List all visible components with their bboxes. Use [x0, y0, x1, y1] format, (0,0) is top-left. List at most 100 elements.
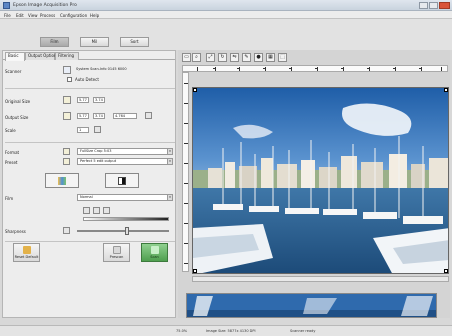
sharpness-icon — [63, 227, 70, 234]
format-value: FullSize Crop 5:03 — [80, 149, 112, 153]
filmstrip[interactable] — [186, 293, 437, 318]
select-tool-icon[interactable]: ⬚ — [278, 53, 287, 62]
curve-button[interactable] — [83, 207, 90, 214]
auto-detect-label: Auto Detect — [75, 77, 99, 82]
menu-bar: File Edit View Process Configuration Hel… — [0, 11, 452, 19]
scale-label: Scale — [5, 128, 16, 133]
divider — [5, 88, 175, 89]
original-size-label: Original Size — [5, 99, 31, 104]
format-icon — [63, 148, 70, 155]
tab-output-options[interactable]: Output Options — [25, 52, 59, 60]
settings-panel: Basic Output Options Filtering Scanner S… — [2, 50, 176, 318]
mode-mil-button[interactable]: Mil — [80, 37, 109, 47]
preset-value: Perfect 5 edit output — [80, 159, 117, 163]
original-height-field[interactable]: 3.74 — [93, 97, 105, 103]
scale-button[interactable] — [94, 126, 101, 133]
preset-select[interactable]: Perfect 5 edit output ▾ — [77, 158, 173, 165]
fit-tool-icon[interactable]: ⤢ — [206, 53, 215, 62]
crop-handle[interactable] — [444, 88, 448, 92]
preset-label: Preset — [5, 160, 18, 165]
output-height-field[interactable]: 3.74 — [93, 113, 105, 119]
tab-basic[interactable]: Basic — [5, 52, 25, 61]
preset-row: Preset Perfect 5 edit output ▾ — [5, 158, 175, 168]
app-icon — [3, 2, 10, 9]
reset-default-button[interactable]: Reset Default — [13, 243, 40, 262]
tab-filtering[interactable]: Filtering — [55, 52, 79, 60]
crop-handle[interactable] — [193, 269, 197, 273]
scanner-icon — [63, 66, 71, 74]
scanner-row: Scanner System Scan-Info 0145 6000 Auto … — [5, 66, 175, 82]
auto-detect-checkbox[interactable] — [67, 77, 72, 82]
top-ruler — [182, 65, 448, 72]
bw-mode-button[interactable] — [105, 173, 139, 188]
grid-tool-icon[interactable]: ▦ — [266, 53, 275, 62]
original-width-field[interactable]: 5.77 — [77, 97, 89, 103]
film-value: Normal — [80, 195, 93, 199]
menu-view[interactable]: View — [28, 13, 38, 18]
filmstrip-thumbnails — [187, 294, 436, 317]
divider — [5, 241, 175, 242]
format-row: Format FullSize Crop 5:03 ▾ — [5, 148, 175, 158]
harbor-photo — [193, 88, 448, 273]
color-picker-icon[interactable]: ● — [254, 53, 263, 62]
menu-file[interactable]: File — [4, 13, 11, 18]
status-bar: 75.0% Image Size: 5877x 4130 DPI Scanner… — [0, 325, 452, 336]
color-mode-button[interactable] — [45, 173, 79, 188]
preset-icon — [63, 158, 70, 165]
chevron-down-icon: ▾ — [167, 159, 172, 164]
output-dpi-field[interactable]: 4.764 — [113, 113, 137, 119]
zoom-tool-icon[interactable]: ⌕ — [192, 53, 201, 62]
output-width-field[interactable]: 5.77 — [77, 113, 89, 119]
ruler-icon — [63, 96, 71, 104]
minimize-button[interactable] — [419, 2, 428, 9]
sharpness-slider[interactable] — [77, 230, 169, 232]
scan-icon — [150, 246, 159, 254]
crop-handle[interactable] — [193, 88, 197, 92]
reset-icon — [22, 246, 31, 254]
horizontal-scrollbar[interactable] — [192, 276, 449, 282]
settings-tabs: Basic Output Options Filtering — [3, 51, 175, 61]
menu-help[interactable]: Help — [90, 13, 99, 18]
preview-viewer: ▭ ⌕ ⤢ ↻ ⇋ ✎ ● ▦ ⬚ — [178, 50, 450, 318]
mode-film-button[interactable]: Film — [40, 37, 69, 47]
levels-button[interactable] — [93, 207, 100, 214]
scale-field[interactable]: 1 — [77, 127, 89, 133]
scanner-status: Scanner ready — [290, 329, 316, 333]
tone-gradient — [83, 217, 169, 221]
mode-bar: Film Mil Sort — [0, 19, 452, 50]
bw-film-icon — [118, 177, 126, 185]
scan-button[interactable]: Scan — [141, 243, 168, 262]
eyedropper-tool-icon[interactable]: ✎ — [242, 53, 251, 62]
left-ruler — [182, 72, 189, 272]
mode-sort-button[interactable]: Sort — [120, 37, 149, 47]
zoom-status: 75.0% — [176, 329, 188, 333]
preview-image[interactable] — [192, 87, 449, 274]
histogram-button[interactable] — [103, 207, 110, 214]
scan-label: Scan — [150, 255, 159, 259]
close-button[interactable] — [439, 2, 450, 9]
format-label: Format — [5, 150, 20, 155]
divider — [5, 142, 175, 143]
lock-aspect-button[interactable] — [145, 112, 152, 119]
chevron-down-icon: ▾ — [167, 149, 172, 154]
menu-configuration[interactable]: Configuration — [60, 13, 87, 18]
title-bar: Epson Image Acquisition Pro — [0, 0, 452, 11]
window-title: Epson Image Acquisition Pro — [13, 3, 77, 8]
color-film-icon — [58, 177, 66, 185]
crop-handle[interactable] — [444, 269, 448, 273]
prescan-button[interactable]: Prescan — [103, 243, 130, 262]
menu-edit[interactable]: Edit — [16, 13, 24, 18]
mirror-tool-icon[interactable]: ⇋ — [230, 53, 239, 62]
menu-process[interactable]: Process — [40, 13, 55, 18]
maximize-button[interactable] — [429, 2, 438, 9]
format-select[interactable]: FullSize Crop 5:03 ▾ — [77, 148, 173, 155]
original-size-row: Original Size 5.77 3.74 — [5, 96, 175, 108]
crop-tool-icon[interactable]: ▭ — [182, 53, 191, 62]
film-select[interactable]: Normal ▾ — [77, 194, 173, 201]
scanner-label: Scanner — [5, 69, 22, 74]
sharpness-slider-handle[interactable] — [125, 227, 129, 235]
output-size-row: Output Size 5.77 3.74 4.764 — [5, 112, 175, 124]
chevron-down-icon: ▾ — [167, 195, 172, 200]
rotate-tool-icon[interactable]: ↻ — [218, 53, 227, 62]
image-size-status: Image Size: 5877x 4130 DPI — [206, 329, 256, 333]
